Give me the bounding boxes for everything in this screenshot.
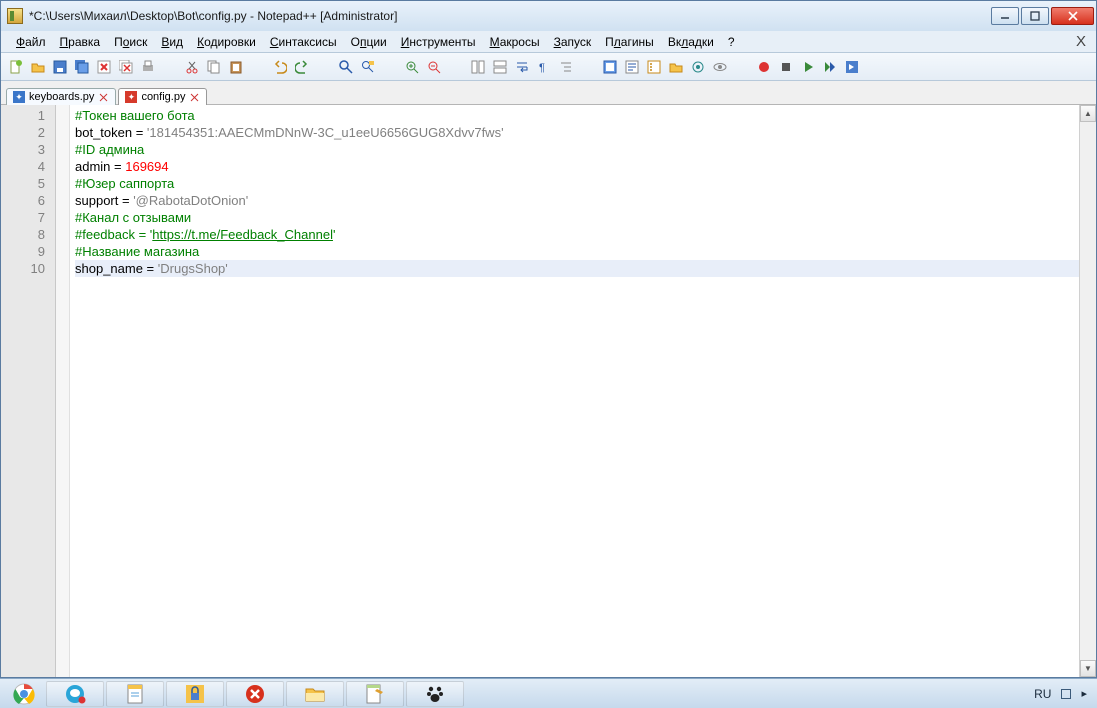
file-tab-label: config.py — [141, 91, 185, 103]
sync-h-icon[interactable] — [491, 58, 509, 76]
menu-encoding[interactable]: Кодировки — [190, 33, 263, 51]
save-all-icon[interactable] — [73, 58, 91, 76]
file-tab-bar: ✦ keyboards.py ✦ config.py — [1, 81, 1096, 105]
menu-edit[interactable]: Правка — [53, 33, 108, 51]
code-area[interactable]: #Токен вашего бота bot_token = '18145435… — [70, 105, 1079, 677]
menu-bar: Файл Правка Поиск Вид Кодировки Синтакси… — [1, 31, 1096, 53]
replace-icon[interactable] — [359, 58, 377, 76]
language-indicator[interactable]: RU — [1034, 687, 1051, 701]
close-button[interactable] — [1051, 7, 1094, 25]
taskbar-app-lock[interactable] — [166, 681, 224, 707]
file-modified-icon: ✦ — [125, 91, 137, 103]
title-bar[interactable]: *C:\Users\Михаил\Desktop\Bot\config.py -… — [1, 1, 1096, 31]
menu-search[interactable]: Поиск — [107, 33, 154, 51]
scroll-down-icon[interactable]: ▼ — [1080, 660, 1096, 677]
find-icon[interactable] — [337, 58, 355, 76]
close-tab-icon[interactable] — [189, 92, 200, 103]
fold-column — [56, 105, 70, 677]
record-macro-icon[interactable] — [755, 58, 773, 76]
chrome-icon[interactable] — [4, 681, 44, 707]
ud-lang-icon[interactable] — [601, 58, 619, 76]
maximize-button[interactable] — [1021, 7, 1049, 25]
open-file-icon[interactable] — [29, 58, 47, 76]
app-window: *C:\Users\Михаил\Desktop\Bot\config.py -… — [0, 0, 1097, 678]
close-all-icon[interactable] — [117, 58, 135, 76]
taskbar-app-notes[interactable] — [106, 681, 164, 707]
taskbar-app-notepadpp[interactable] — [346, 681, 404, 707]
save-macro-icon[interactable] — [843, 58, 861, 76]
minimize-button[interactable] — [991, 7, 1019, 25]
taskbar-app-explorer[interactable] — [286, 681, 344, 707]
scroll-up-icon[interactable]: ▲ — [1080, 105, 1096, 122]
taskbar-app-chat[interactable] — [46, 681, 104, 707]
folder-workspace-icon[interactable] — [667, 58, 685, 76]
svg-text:¶: ¶ — [539, 62, 545, 74]
doc-map-icon[interactable] — [623, 58, 641, 76]
new-file-icon[interactable] — [7, 58, 25, 76]
menu-syntax[interactable]: Синтаксисы — [263, 33, 344, 51]
toolbar: ¶ — [1, 53, 1096, 81]
taskbar-app-close[interactable] — [226, 681, 284, 707]
monitor-icon[interactable] — [689, 58, 707, 76]
indent-guide-icon[interactable] — [557, 58, 575, 76]
tray-flag-icon[interactable] — [1061, 689, 1071, 699]
taskbar-app-paw[interactable] — [406, 681, 464, 707]
func-list-icon[interactable] — [645, 58, 663, 76]
file-tab-label: keyboards.py — [29, 91, 94, 103]
menu-macros[interactable]: Макросы — [483, 33, 547, 51]
save-icon[interactable] — [51, 58, 69, 76]
taskbar[interactable]: RU ▸ — [0, 678, 1097, 708]
tray-icon[interactable]: ▸ — [1081, 687, 1087, 700]
close-file-icon[interactable] — [95, 58, 113, 76]
menu-close-x[interactable]: X — [1066, 33, 1096, 50]
app-icon — [7, 8, 23, 24]
system-tray[interactable]: RU ▸ — [1034, 687, 1093, 701]
editor[interactable]: 123 456 789 10 #Токен вашего бота bot_to… — [1, 105, 1096, 677]
zoom-in-icon[interactable] — [403, 58, 421, 76]
hide-icon[interactable] — [711, 58, 729, 76]
menu-options[interactable]: Опции — [344, 33, 394, 51]
play-multi-icon[interactable] — [821, 58, 839, 76]
undo-icon[interactable] — [271, 58, 289, 76]
show-chars-icon[interactable]: ¶ — [535, 58, 553, 76]
paste-icon[interactable] — [227, 58, 245, 76]
file-saved-icon: ✦ — [13, 91, 25, 103]
print-icon[interactable] — [139, 58, 157, 76]
close-tab-icon[interactable] — [98, 92, 109, 103]
copy-icon[interactable] — [205, 58, 223, 76]
menu-file[interactable]: Файл — [9, 33, 53, 51]
vertical-scrollbar[interactable]: ▲ ▼ — [1079, 105, 1096, 677]
wrap-icon[interactable] — [513, 58, 531, 76]
zoom-out-icon[interactable] — [425, 58, 443, 76]
file-tab-keyboards[interactable]: ✦ keyboards.py — [6, 88, 116, 105]
menu-plugins[interactable]: Плагины — [598, 33, 661, 51]
play-macro-icon[interactable] — [799, 58, 817, 76]
window-title: *C:\Users\Михаил\Desktop\Bot\config.py -… — [29, 9, 991, 23]
file-tab-config[interactable]: ✦ config.py — [118, 88, 207, 105]
cut-icon[interactable] — [183, 58, 201, 76]
redo-icon[interactable] — [293, 58, 311, 76]
menu-help[interactable]: ? — [721, 33, 742, 51]
menu-run[interactable]: Запуск — [547, 33, 599, 51]
sync-v-icon[interactable] — [469, 58, 487, 76]
line-number-gutter: 123 456 789 10 — [1, 105, 56, 677]
menu-view[interactable]: Вид — [154, 33, 190, 51]
menu-tabs[interactable]: Вкладки — [661, 33, 721, 51]
stop-macro-icon[interactable] — [777, 58, 795, 76]
menu-tools[interactable]: Инструменты — [394, 33, 483, 51]
